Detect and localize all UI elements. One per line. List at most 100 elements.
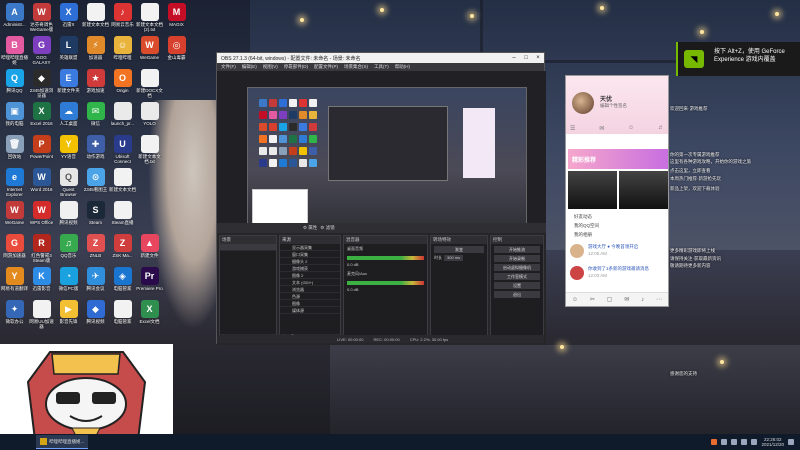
app-icon: A	[5, 3, 24, 21]
obs-menu-item[interactable]: 工具(T)	[374, 64, 389, 70]
maximize-icon[interactable]: □	[520, 55, 532, 61]
filters-button[interactable]: ⚙ 滤镜	[320, 225, 334, 231]
qq-toolbar: ☺ ✂ ▢ ✉ ♪ ⋯	[566, 292, 668, 306]
desktop-icon[interactable]: ◆ 腾讯视频	[82, 298, 109, 338]
desktop-icon-label: Premiere Pro	[136, 286, 163, 291]
obs-menu-item[interactable]: 视图(V)	[263, 64, 278, 70]
source-item[interactable]: 摄像头 2	[280, 258, 340, 265]
overlay-text: 这里有各种游戏攻略，开始你的游戏之旅	[670, 159, 751, 164]
qq-promo-image[interactable]	[619, 171, 668, 209]
preview-nested-qq	[463, 108, 495, 178]
overlay-text: 点击这里，立即查看	[670, 168, 711, 173]
obs-menu-item[interactable]: 文件(F)	[221, 64, 236, 70]
minimize-icon[interactable]: –	[508, 55, 520, 61]
obs-window[interactable]: OBS 27.1.3 (64-bit, windows) - 配置文件: 未命名…	[216, 52, 546, 345]
transition-duration-input[interactable]: 300 ms	[444, 255, 464, 261]
qq-tab-contacts-icon[interactable]: ☺	[628, 125, 634, 132]
app-icon: ◈	[113, 267, 132, 285]
desktop-icon[interactable]: 新建文本文档.txt	[136, 133, 163, 173]
qq-message-item[interactable]: 游戏大厅 ● 今晚首领开启 12:05 AM	[568, 242, 668, 260]
preview-icon	[289, 111, 297, 119]
desktop-icon[interactable]: ▶ 影音先锋	[55, 298, 82, 338]
start-streaming-button[interactable]: 开始推流	[494, 246, 540, 253]
qq-tab-message-icon[interactable]: ✉	[599, 125, 604, 132]
desktop-icon[interactable]: 网易UU加速器	[28, 298, 55, 338]
geforce-notification[interactable]: ◥ 按下 Alt+Z，使用 GeForce Experience 游戏内覆盖	[676, 42, 800, 76]
qq-promo-image[interactable]	[568, 171, 617, 209]
qq-tab-menu-icon[interactable]: ☰	[570, 125, 575, 132]
desktop-icon-label: YY语音	[60, 154, 76, 159]
qq-list-item[interactable]: 我的相册	[568, 230, 668, 239]
app-icon: R	[32, 234, 51, 252]
qq-banner[interactable]: 精彩推荐	[568, 149, 668, 169]
desktop-icon[interactable]: X Excel文档	[136, 298, 163, 338]
source-item[interactable]: 显示器采集	[280, 244, 340, 251]
desktop-icon-label: 网易UU加速器	[29, 319, 54, 329]
qq-list-item[interactable]: 好友动态	[568, 212, 668, 221]
desktop-icon[interactable]: ◎ 金山毒霸	[163, 34, 190, 74]
studio-mode-button[interactable]: 工作室模式	[494, 273, 540, 280]
scenes-header: 场景	[220, 236, 276, 244]
start-recording-button[interactable]: 开始录制	[494, 255, 540, 262]
wallpaper-light	[775, 12, 779, 16]
wallpaper-light	[380, 8, 384, 12]
source-item[interactable]: 图像 2	[280, 272, 340, 279]
properties-button[interactable]: ⚙ 属性	[303, 225, 317, 231]
qq-message-time: 12:05 AM	[588, 251, 608, 256]
more-icon[interactable]: ⋯	[656, 296, 662, 303]
music-icon[interactable]: ♪	[641, 297, 644, 303]
source-item[interactable]: 媒体源	[280, 307, 340, 314]
obs-menubar: 文件(F) 编辑(E) 视图(V) 停靠部件(D) 配置文件(P) 场景集合(S) 工具(T…	[217, 63, 544, 71]
exit-button[interactable]: 退出	[494, 291, 540, 298]
notification-icon[interactable]	[788, 439, 794, 445]
qq-window[interactable]: 天优 编辑个性签名 ☰ ✉ ☺ ♬ 精彩推荐 好友动态 我的QQ空间 我的相册 …	[565, 75, 669, 307]
tray-app-icon[interactable]	[711, 439, 718, 445]
qq-tab-music-icon[interactable]: ♬	[658, 125, 664, 132]
source-item[interactable]: 文本 (GDI+)	[280, 279, 340, 286]
qq-list-item[interactable]: 我的QQ空间	[568, 221, 668, 230]
source-item[interactable]: 图像	[280, 300, 340, 307]
desktop-icon-label: 新建DOCX文档	[136, 88, 163, 98]
desktop-icon-label: 腾讯视频	[59, 220, 78, 225]
obs-titlebar[interactable]: OBS 27.1.3 (64-bit, windows) - 配置文件: 未命名…	[217, 53, 544, 63]
tray-ime-icon[interactable]	[751, 439, 758, 445]
source-item[interactable]: 窗口采集	[280, 251, 340, 258]
desktop-icon-label: 英雄联盟	[59, 55, 78, 60]
scene-item[interactable]	[220, 244, 276, 251]
desktop-icon-label: 哔哩哔哩直播姬	[1, 55, 28, 65]
settings-button[interactable]: 设置	[494, 282, 540, 289]
window-icon[interactable]: ▢	[607, 296, 613, 303]
desktop-icon-label: 网游加速器	[3, 253, 26, 258]
mail-icon[interactable]: ✉	[624, 296, 629, 303]
source-item[interactable]: 游戏捕获	[280, 265, 340, 272]
avatar[interactable]	[572, 92, 594, 114]
obs-menu-item[interactable]: 配置文件(P)	[314, 64, 338, 70]
tray-volume-icon[interactable]	[741, 439, 748, 445]
qq-tabs: ☰ ✉ ☺ ♬	[570, 125, 664, 132]
desktop-icon-label: WPS Office	[29, 220, 54, 225]
preview-icon	[299, 99, 307, 107]
emoji-icon[interactable]: ☺	[572, 297, 578, 303]
rec-status: REC: 00:00:00	[373, 336, 400, 342]
screenshot-icon[interactable]: ✂	[590, 296, 595, 303]
source-item[interactable]: 浏览器	[280, 286, 340, 293]
virtual-camera-button[interactable]: 启动虚拟摄像机	[494, 264, 540, 271]
close-icon[interactable]: ×	[532, 55, 544, 61]
desktop-icon[interactable]: ✦ 微软办公	[1, 298, 28, 338]
qq-signature[interactable]: 编辑个性签名	[600, 103, 627, 109]
app-icon: ✉	[86, 102, 105, 120]
qq-message-item[interactable]: 你收到了1条新的游戏邀请消息 12:03 AM	[568, 264, 668, 282]
obs-menu-item[interactable]: 帮助(H)	[395, 64, 410, 70]
obs-menu-item[interactable]: 场景集合(S)	[344, 64, 368, 70]
taskbar-app-button[interactable]: 哔哩哔哩直播姬...	[36, 435, 89, 449]
source-item[interactable]: 色源	[280, 293, 340, 300]
obs-menu-item[interactable]: 停靠部件(D)	[284, 64, 308, 70]
desktop-icon[interactable]: 电脑管家	[109, 298, 136, 338]
taskbar-clock[interactable]: 22:26:02 2021/12/20	[761, 437, 784, 447]
preview-icon	[259, 111, 267, 119]
obs-menu-item[interactable]: 编辑(E)	[242, 64, 257, 70]
tray-up-arrow-icon[interactable]	[721, 439, 728, 445]
tray-network-icon[interactable]	[731, 439, 738, 445]
preview-icon	[259, 99, 267, 107]
transition-select[interactable]: 渐变	[434, 246, 484, 253]
